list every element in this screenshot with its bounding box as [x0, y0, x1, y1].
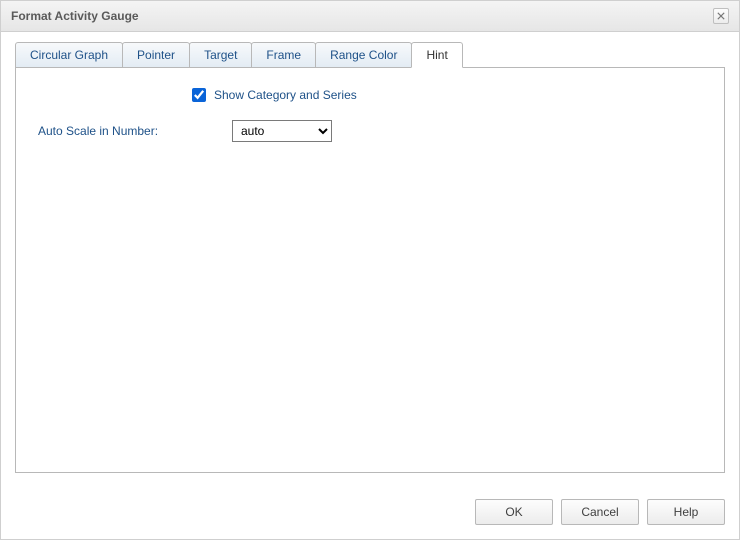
title-bar: Format Activity Gauge	[1, 1, 739, 32]
hint-panel: Show Category and Series Auto Scale in N…	[15, 67, 725, 473]
show-category-row: Show Category and Series	[192, 88, 708, 102]
help-button-label: Help	[674, 505, 699, 519]
cancel-button[interactable]: Cancel	[561, 499, 639, 525]
tab-label: Circular Graph	[30, 48, 108, 62]
tab-label: Range Color	[330, 48, 397, 62]
show-category-checkbox[interactable]	[192, 88, 206, 102]
format-activity-gauge-dialog: Format Activity Gauge Circular Graph Poi…	[0, 0, 740, 540]
tab-range-color[interactable]: Range Color	[315, 42, 412, 67]
tab-circular-graph[interactable]: Circular Graph	[15, 42, 123, 67]
cancel-button-label: Cancel	[581, 505, 618, 519]
tab-label: Target	[204, 48, 237, 62]
help-button[interactable]: Help	[647, 499, 725, 525]
tab-label: Hint	[426, 48, 447, 62]
close-icon	[717, 12, 725, 20]
auto-scale-label: Auto Scale in Number:	[32, 124, 232, 138]
auto-scale-row: Auto Scale in Number: auto	[32, 120, 708, 142]
ok-button[interactable]: OK	[475, 499, 553, 525]
tabs-row: Circular Graph Pointer Target Frame Rang…	[15, 42, 725, 67]
close-button[interactable]	[713, 8, 729, 24]
dialog-title: Format Activity Gauge	[11, 9, 139, 23]
tab-target[interactable]: Target	[189, 42, 252, 67]
dialog-content: Circular Graph Pointer Target Frame Rang…	[1, 32, 739, 487]
tab-label: Frame	[266, 48, 301, 62]
tab-pointer[interactable]: Pointer	[122, 42, 190, 67]
button-row: OK Cancel Help	[1, 487, 739, 539]
ok-button-label: OK	[505, 505, 522, 519]
tab-frame[interactable]: Frame	[251, 42, 316, 67]
tab-label: Pointer	[137, 48, 175, 62]
show-category-label: Show Category and Series	[214, 88, 357, 102]
tab-hint[interactable]: Hint	[411, 42, 462, 68]
auto-scale-select[interactable]: auto	[232, 120, 332, 142]
